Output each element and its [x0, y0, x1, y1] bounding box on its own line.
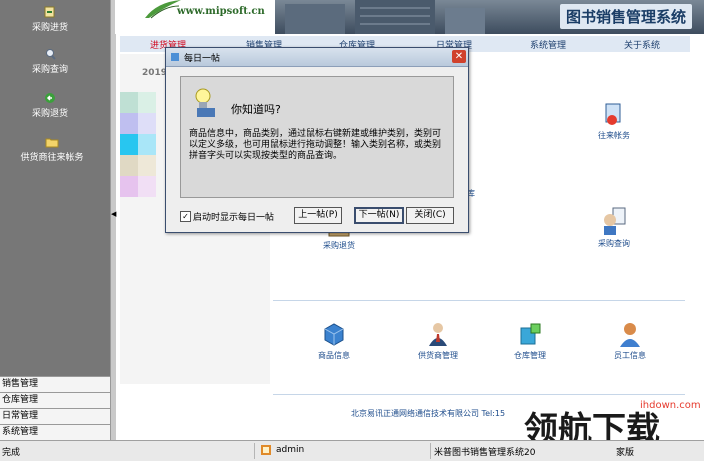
lightbulb-icon [195, 88, 215, 117]
sidebar-item-label: 采购查询 [31, 65, 68, 75]
supplier-icon [429, 323, 447, 346]
sidebar-item-label: 供货商往来帐务 [20, 153, 84, 163]
watermark-url: ihdown.com [640, 400, 701, 411]
sidebar: 采购进货 采购查询 采购退货 供货商往来帐务 销售管理 仓库管理 日常管理 系统… [0, 0, 110, 440]
close-button[interactable]: 关闭(C) [406, 207, 454, 224]
color-swatch [138, 113, 156, 134]
color-swatch [138, 176, 156, 197]
tip-dialog: 每日一帖 ✕ 你知道吗? 商品信息中，商品类别，通过鼠标右键新建或维护类别，类别… [165, 47, 469, 233]
status-app: 米普图书销售管理系统20 [434, 448, 536, 458]
status-user: admin [276, 445, 305, 455]
company-info: 北京易讯正通网络通信技术有限公司 Tel:15 [351, 409, 506, 418]
app-small-icon [171, 53, 179, 61]
accounts-icon [605, 103, 621, 125]
sidebar-footer-system[interactable]: 系统管理 [0, 424, 110, 440]
func-label: 供货商管理 [418, 351, 458, 360]
func-supplier[interactable]: 供货商管理 [393, 320, 483, 361]
sidebar-item-label: 采购退货 [31, 109, 68, 119]
status-extra: 家版 [616, 448, 635, 458]
sidebar-item-purchase-return[interactable]: 采购退货 [0, 92, 100, 119]
green-back-icon [45, 93, 55, 103]
func-label: 采购查询 [598, 239, 630, 248]
tip-heading: 你知道吗? [231, 103, 281, 116]
status-separator [430, 443, 431, 459]
menu-about[interactable]: 关于系统 [624, 38, 660, 51]
tip-text: 商品信息中，商品类别，通过鼠标右键新建或维护类别，类别可以定义多级，也可用鼠标进… [189, 129, 442, 161]
status-text: 完成 [2, 448, 21, 458]
func-label: 商品信息 [318, 351, 350, 360]
color-swatch [120, 134, 138, 155]
folder-icon [45, 138, 59, 148]
sidebar-item-purchase-in[interactable]: 采购进货 [0, 6, 100, 33]
func-label: 仓库管理 [514, 351, 546, 360]
prev-tip-button[interactable]: 上一帖(P) [294, 207, 342, 224]
logo: www.mipsoft.cn [115, 0, 275, 34]
func-label: 员工信息 [614, 351, 646, 360]
next-tip-button[interactable]: 下一帖(N) [354, 207, 404, 224]
sidebar-item-supplier-accounts[interactable]: 供货商往来帐务 [0, 136, 104, 163]
sidebar-footer-sales[interactable]: 销售管理 [0, 376, 110, 392]
sidebar-footer: 销售管理 仓库管理 日常管理 系统管理 [0, 376, 110, 440]
color-swatch [138, 92, 156, 113]
user-icon [261, 445, 271, 455]
color-swatch [120, 92, 138, 113]
year-label: 2019 [142, 68, 168, 78]
status-bar: 完成 admin 米普图书销售管理系统20 家版 [0, 440, 704, 461]
func-label: 往来帐务 [598, 131, 630, 140]
product-icon [324, 323, 344, 346]
magnifier-icon [46, 49, 56, 60]
tip-panel: 你知道吗? 商品信息中，商品类别，通过鼠标右键新建或维护类别，类别可以定义多级，… [180, 76, 454, 198]
dialog-titlebar[interactable]: 每日一帖 ✕ [166, 48, 468, 67]
show-on-startup-checkbox[interactable]: ✓ 启动时显示每日一帖 [180, 210, 274, 223]
employee-icon [620, 323, 640, 347]
checkbox-label: 启动时显示每日一帖 [193, 213, 275, 223]
menu-system[interactable]: 系统管理 [530, 38, 566, 51]
header-banner: 图书销售管理系统 [275, 0, 704, 34]
storage-icon [520, 323, 541, 345]
close-icon[interactable]: ✕ [452, 50, 466, 63]
header: www.mipsoft.cn 图书销售管理系统 [115, 0, 704, 34]
func-storage[interactable]: 仓库管理 [485, 320, 575, 361]
dialog-title: 每日一帖 [184, 54, 221, 64]
color-swatch [120, 155, 138, 176]
sidebar-splitter[interactable] [110, 0, 116, 440]
color-swatch [138, 134, 156, 155]
sidebar-item-label: 采购进货 [31, 23, 68, 33]
sidebar-footer-daily[interactable]: 日常管理 [0, 408, 110, 424]
app-title: 图书销售管理系统 [559, 4, 692, 29]
sidebar-footer-warehouse[interactable]: 仓库管理 [0, 392, 110, 408]
doc-arrow-icon [44, 6, 55, 18]
section-divider [273, 300, 685, 301]
color-swatch [120, 113, 138, 134]
status-separator [254, 443, 255, 459]
logo-url: www.mipsoft.cn [177, 6, 265, 17]
color-swatch [138, 155, 156, 176]
section-divider [273, 394, 685, 395]
func-accounts[interactable]: 往来帐务 [569, 102, 659, 141]
sidebar-item-purchase-query[interactable]: 采购查询 [0, 48, 100, 75]
func-label: 采购退货 [323, 241, 355, 250]
func-product[interactable]: 商品信息 [289, 320, 379, 361]
collapse-arrow-icon[interactable]: ◀ [111, 210, 116, 218]
func-query[interactable]: 采购查询 [569, 206, 659, 249]
checkbox-check-icon[interactable]: ✓ [180, 211, 191, 222]
color-swatch [120, 176, 138, 197]
query-icon [604, 207, 626, 235]
func-employee[interactable]: 员工信息 [585, 320, 675, 361]
